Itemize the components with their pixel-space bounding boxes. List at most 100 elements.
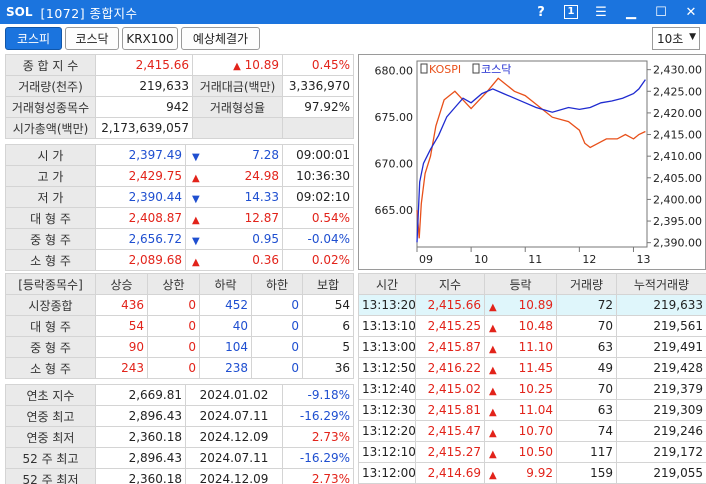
yearly-label: 52 주 최저 xyxy=(5,468,96,484)
amount-label: 거래대금(백만) xyxy=(192,75,283,97)
change-value: 12.87 xyxy=(244,211,279,225)
x-tick-label: 13 xyxy=(636,253,650,266)
tick-index: 2,415.66 xyxy=(415,294,485,316)
breadth-row: 중 형 주 90 0 104 0 5 xyxy=(5,336,354,358)
interval-select[interactable]: 10초 ▼ xyxy=(652,27,700,50)
tick-change-value: 11.45 xyxy=(518,361,553,375)
up-arrow-icon xyxy=(489,446,497,460)
y-right-tick-label: 2,400.00 xyxy=(653,193,702,206)
breadth-lower: 0 xyxy=(251,315,303,337)
tick-row[interactable]: 13:12:102,415.27 10.50117219,172 xyxy=(358,441,706,463)
tick-change-value: 11.10 xyxy=(518,340,553,354)
yearly-date: 2024.01.02 xyxy=(185,384,283,406)
tick-row[interactable]: 13:12:302,415.81 11.0463219,309 xyxy=(358,399,706,421)
price-label: 저 가 xyxy=(5,186,96,208)
tick-volume: 70 xyxy=(556,378,617,400)
legend-label: KOSPI xyxy=(429,63,461,76)
tick-volume: 117 xyxy=(556,441,617,463)
yearly-row: 52 주 최고 2,896.43 2024.07.11 -16.29% xyxy=(5,447,354,469)
up-arrow-icon xyxy=(489,383,497,397)
y-left-tick-label: 665.00 xyxy=(375,204,414,217)
legend-checkbox-icon[interactable] xyxy=(472,63,480,74)
breadth-label: 중 형 주 xyxy=(5,336,96,358)
tick-volume: 63 xyxy=(556,336,617,358)
empty-cell xyxy=(192,117,283,139)
yearly-value: 2,360.18 xyxy=(95,468,186,484)
close-icon[interactable]: ✕ xyxy=(676,0,706,24)
price-change: 7.28 xyxy=(185,144,283,166)
tick-change-value: 10.89 xyxy=(518,298,553,312)
index-change: 10.89 xyxy=(192,54,283,76)
index-label: 종 합 지 수 xyxy=(5,54,96,76)
tab-bar: 코스피 코스닥 KRX100 예상체결가 10초 ▼ xyxy=(0,26,706,52)
up-arrow-icon xyxy=(489,299,497,313)
breadth-upper: 0 xyxy=(147,315,200,337)
tick-row[interactable]: 13:12:502,416.22 11.4549219,428 xyxy=(358,357,706,379)
tick-change-value: 10.50 xyxy=(518,445,553,459)
tab-kospi[interactable]: 코스피 xyxy=(5,27,62,50)
title-bar: SOL [1072] 종합지수 ? 1 ☰ ▁ ☐ ✕ xyxy=(0,0,706,24)
breadth-lower: 0 xyxy=(251,336,303,358)
legend-checkbox-icon[interactable] xyxy=(420,63,428,74)
y-right-tick-label: 2,395.00 xyxy=(653,215,702,228)
price-label: 중 형 주 xyxy=(5,228,96,250)
yearly-value: 2,669.81 xyxy=(95,384,186,406)
up-arrow-icon xyxy=(489,362,497,376)
yearly-label: 연중 최고 xyxy=(5,405,96,427)
tick-row[interactable]: 13:13:102,415.25 10.4870219,561 xyxy=(358,315,706,337)
tick-row[interactable]: 13:12:202,415.47 10.7074219,246 xyxy=(358,420,706,442)
yearly-rate: -9.18% xyxy=(282,384,354,406)
breadth-upper: 0 xyxy=(147,294,200,316)
down-arrow-icon xyxy=(192,233,200,247)
index-rate: 0.45% xyxy=(282,54,354,76)
tick-change: 10.89 xyxy=(484,294,557,316)
cap-label: 시가총액(백만) xyxy=(5,117,96,139)
price-extra: -0.04% xyxy=(282,228,354,250)
tick-change-value: 11.04 xyxy=(518,403,553,417)
up-arrow-icon xyxy=(192,254,200,268)
tick-time: 13:13:20 xyxy=(358,294,416,316)
price-change: 14.33 xyxy=(185,186,283,208)
window-title: [1072] 종합지수 xyxy=(40,5,138,21)
tab-expected[interactable]: 예상체결가 xyxy=(181,27,260,50)
y-left-tick-label: 670.00 xyxy=(375,157,414,170)
tab-krx100[interactable]: KRX100 xyxy=(122,27,178,50)
yearly-rate: -16.29% xyxy=(282,447,354,469)
minimize-icon[interactable]: ▁ xyxy=(616,0,646,24)
tick-row[interactable]: 13:12:002,414.69 9.92159219,055 xyxy=(358,462,706,484)
up-arrow-icon xyxy=(233,58,241,72)
tick-change-value: 10.48 xyxy=(518,319,553,333)
breadth-label: 소 형 주 xyxy=(5,357,96,379)
tick-row[interactable]: 13:12:402,415.02 10.2570219,379 xyxy=(358,378,706,400)
price-change: 0.95 xyxy=(185,228,283,250)
ticks-header-cell: 등락 xyxy=(484,273,557,295)
tick-index: 2,415.02 xyxy=(415,378,485,400)
amount-value: 3,336,970 xyxy=(282,75,354,97)
help-button[interactable]: ? xyxy=(526,0,556,24)
price-change: 24.98 xyxy=(185,165,283,187)
price-label: 고 가 xyxy=(5,165,96,187)
ticks-header-cell: 거래량 xyxy=(556,273,617,295)
tick-change: 11.45 xyxy=(484,357,557,379)
screen-number: 1 xyxy=(564,5,578,19)
breadth-up: 54 xyxy=(95,315,148,337)
breadth-label: 대 형 주 xyxy=(5,315,96,337)
y-right-tick-label: 2,425.00 xyxy=(653,85,702,98)
tick-cumulative: 219,561 xyxy=(616,315,706,337)
ticks-header-cell: 시간 xyxy=(358,273,416,295)
price-table: 시 가2,397.497.2809:00:01고 가2,429.7524.981… xyxy=(5,144,354,271)
tick-cumulative: 219,379 xyxy=(616,378,706,400)
tick-index: 2,415.81 xyxy=(415,399,485,421)
maximize-icon[interactable]: ☐ xyxy=(646,0,676,24)
screen-number-button[interactable]: 1 xyxy=(556,0,586,24)
up-arrow-icon xyxy=(489,341,497,355)
price-extra: 09:00:01 xyxy=(282,144,354,166)
tick-row[interactable]: 13:13:002,415.87 11.1063219,491 xyxy=(358,336,706,358)
plot-area xyxy=(416,60,648,248)
tick-row[interactable]: 13:13:202,415.66 10.8972219,633 xyxy=(358,294,706,316)
tab-kosdaq[interactable]: 코스닥 xyxy=(65,27,119,50)
menu-icon[interactable]: ☰ xyxy=(586,0,616,24)
yearly-date: 2024.12.09 xyxy=(185,468,283,484)
breadth-flat: 36 xyxy=(302,357,354,379)
ticks-header: 시간 지수 등락 거래량 누적거래량 xyxy=(358,273,706,295)
